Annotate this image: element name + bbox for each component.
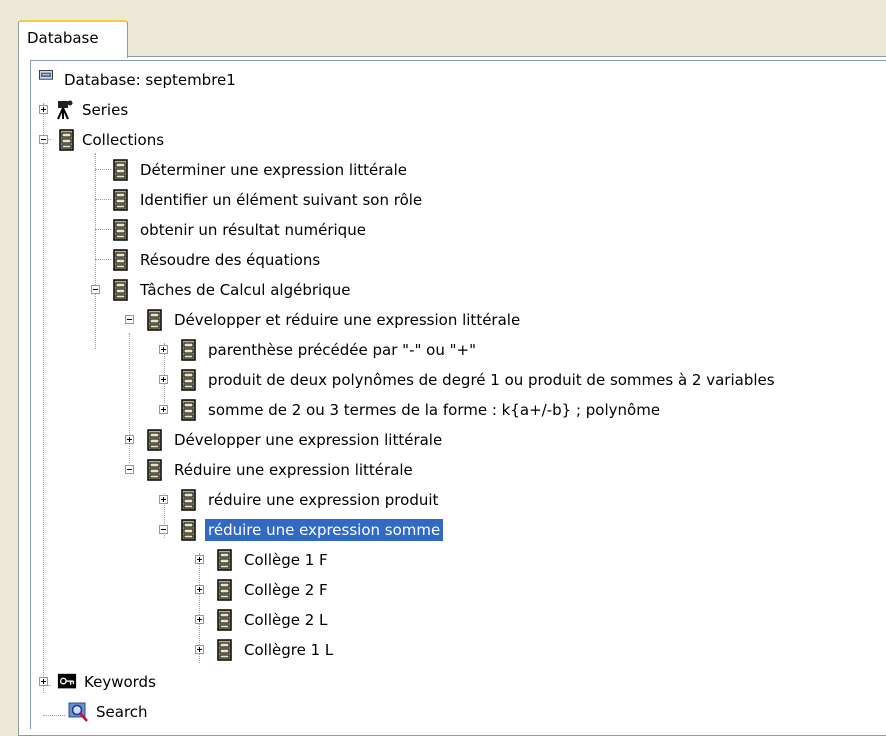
expand-icon[interactable]: [125, 435, 134, 444]
expand-icon[interactable]: [195, 615, 204, 624]
tree-line: [95, 229, 111, 230]
cabinet-icon: [181, 369, 196, 391]
tree-label: réduire une expression somme: [205, 519, 444, 541]
tree-line: [95, 169, 111, 170]
tree-label: Series: [82, 101, 129, 119]
cabinet-icon: [217, 639, 232, 661]
cabinet-icon: [181, 519, 196, 541]
collapse-icon[interactable]: [125, 315, 134, 324]
tree-node-item[interactable]: produit de deux polynômes de degré 1 ou …: [157, 365, 778, 395]
cabinet-icon: [217, 579, 232, 601]
tab-database-label: Database: [27, 29, 99, 47]
tree-label: Database: septembre1: [64, 71, 236, 89]
collapse-icon[interactable]: [125, 465, 134, 474]
cabinet-icon: [181, 399, 196, 421]
tree-label: produit de deux polynômes de degré 1 ou …: [208, 371, 775, 389]
tree-node-item[interactable]: Collègre 1 L: [191, 635, 336, 665]
tree-label: Collège 1 F: [244, 551, 328, 569]
camera-icon: [57, 100, 73, 120]
tree-node-collections[interactable]: Collections: [35, 125, 167, 155]
database-tree[interactable]: Database: septembre1 Series Collections: [30, 60, 886, 729]
tree-node-item[interactable]: Collège 1 F: [191, 545, 331, 575]
database-icon: [39, 70, 53, 80]
tree-label: Collections: [82, 131, 165, 149]
cabinet-icon: [113, 279, 128, 301]
tree-label: Déterminer une expression littérale: [140, 161, 408, 179]
tree-node-keywords[interactable]: Keywords: [35, 667, 159, 697]
tree-line: [95, 259, 111, 260]
expand-icon[interactable]: [159, 345, 168, 354]
expand-icon[interactable]: [195, 555, 204, 564]
expand-icon[interactable]: [195, 645, 204, 654]
cabinet-icon: [113, 159, 128, 181]
tree-node-item[interactable]: Déterminer une expression littérale: [111, 155, 410, 185]
collapse-icon[interactable]: [91, 285, 100, 294]
expand-icon[interactable]: [39, 105, 48, 114]
tab-database[interactable]: Database: [18, 20, 128, 58]
tree-line: [95, 153, 96, 349]
cabinet-icon: [59, 129, 74, 151]
tree-label: Identifier un élément suivant son rôle: [140, 191, 423, 209]
cabinet-icon: [147, 309, 162, 331]
tree-label: Développer et réduire une expression lit…: [174, 311, 521, 329]
cabinet-icon: [181, 489, 196, 511]
tree-label: Résoudre des équations: [140, 251, 321, 269]
tree-label: Collège 2 L: [244, 611, 328, 629]
tree-node-item[interactable]: Résoudre des équations: [111, 245, 323, 275]
tree-label: Collègre 1 L: [244, 641, 334, 659]
cabinet-icon: [113, 219, 128, 241]
tree-label: Collège 2 F: [244, 581, 328, 599]
tree-node-database-root[interactable]: Database: septembre1: [35, 65, 239, 95]
tree-label: Réduire une expression littérale: [174, 461, 413, 479]
expand-icon[interactable]: [159, 375, 168, 384]
tree-node-item[interactable]: Collège 2 F: [191, 575, 331, 605]
expand-icon[interactable]: [159, 405, 168, 414]
tree-node-series[interactable]: Series: [35, 95, 131, 125]
tree-label: réduire une expression produit: [208, 491, 439, 509]
expand-icon[interactable]: [159, 495, 168, 504]
tree-label: Keywords: [84, 673, 156, 691]
tree-node-item[interactable]: parenthèse précédée par "-" ou "+": [157, 335, 479, 365]
collapse-icon[interactable]: [39, 135, 48, 144]
cabinet-icon: [217, 609, 232, 631]
tree-node-item[interactable]: Collège 2 L: [191, 605, 330, 635]
tree-label: somme de 2 ou 3 termes de la forme : k{a…: [208, 401, 661, 419]
cabinet-icon: [147, 459, 162, 481]
tree-node-item[interactable]: Réduire une expression littérale: [123, 455, 416, 485]
cabinet-icon: [113, 189, 128, 211]
cabinet-icon: [113, 249, 128, 271]
collapse-icon[interactable]: [159, 525, 168, 534]
tree-node-item[interactable]: Développer et réduire une expression lit…: [123, 305, 523, 335]
cabinet-icon: [217, 549, 232, 571]
tree-node-item[interactable]: obtenir un résultat numérique: [111, 215, 369, 245]
tree-node-item[interactable]: Développer une expression littérale: [123, 425, 445, 455]
tree-node-search[interactable]: Search: [35, 697, 151, 727]
tree-line: [43, 103, 44, 693]
tree-label: Tâches de Calcul algébrique: [140, 281, 351, 299]
tree-label: obtenir un résultat numérique: [140, 221, 366, 239]
tree-node-item[interactable]: réduire une expression produit: [157, 485, 441, 515]
tree-label: parenthèse précédée par "-" ou "+": [208, 341, 476, 359]
cabinet-icon: [181, 339, 196, 361]
tree-line: [95, 199, 111, 200]
tree-node-item[interactable]: Tâches de Calcul algébrique: [89, 275, 353, 305]
key-icon: [57, 673, 77, 689]
tree-node-item-selected[interactable]: réduire une expression somme: [157, 515, 444, 545]
tree-label: Search: [96, 703, 148, 721]
expand-icon[interactable]: [39, 677, 48, 686]
tree-label: Développer une expression littérale: [174, 431, 443, 449]
cabinet-icon: [147, 429, 162, 451]
tree-node-item[interactable]: Identifier un élément suivant son rôle: [111, 185, 425, 215]
search-icon: [68, 702, 88, 722]
expand-icon[interactable]: [195, 585, 204, 594]
tree-node-item[interactable]: somme de 2 ou 3 termes de la forme : k{a…: [157, 395, 663, 425]
